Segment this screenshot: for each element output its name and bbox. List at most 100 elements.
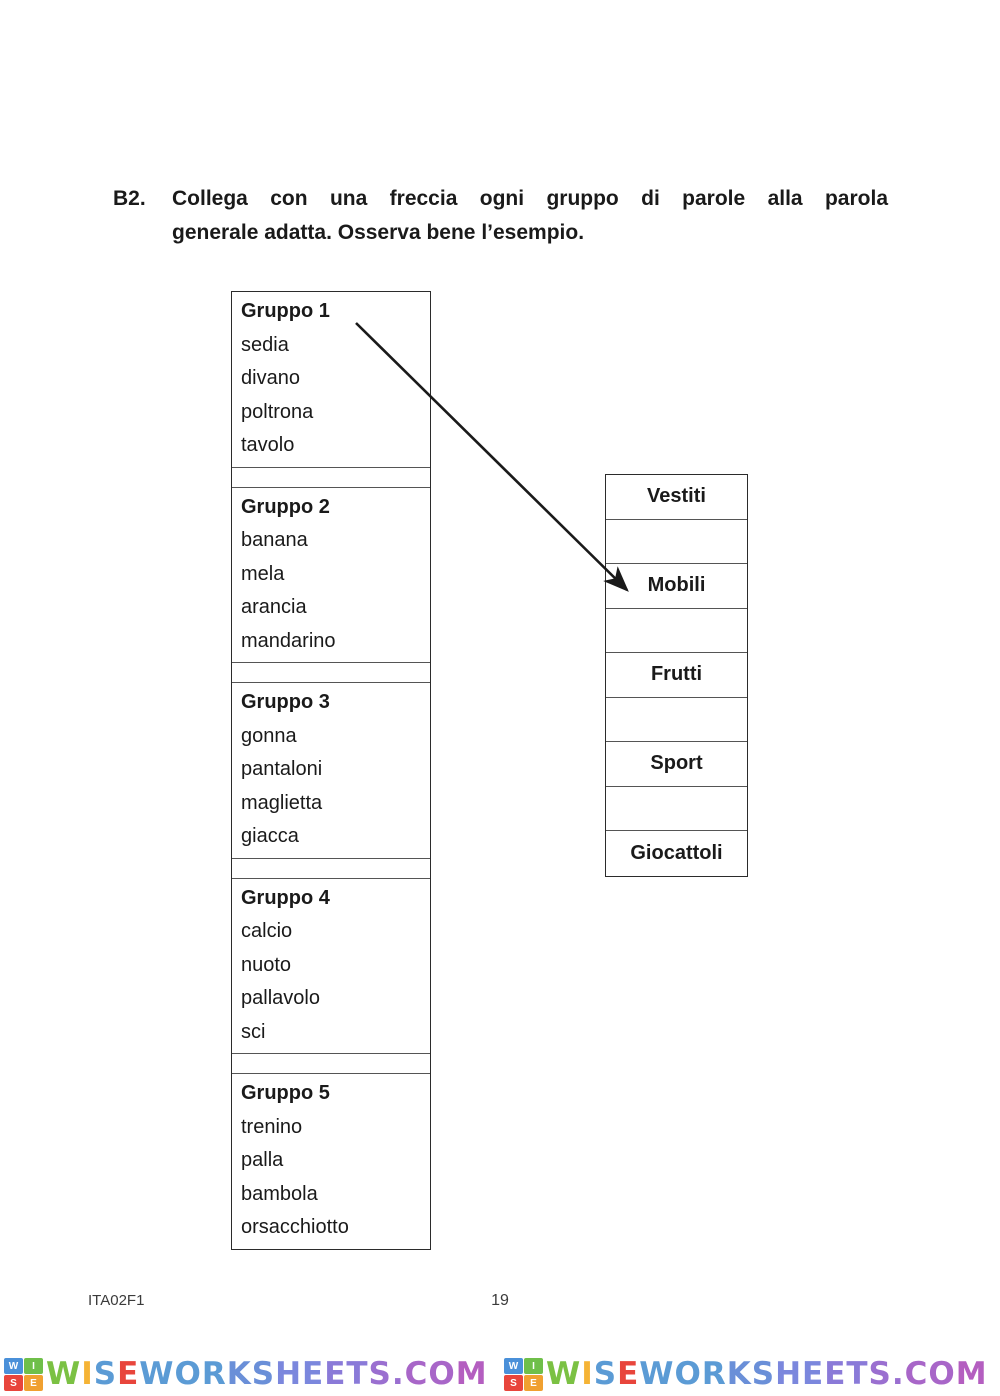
group-word: mela bbox=[241, 562, 285, 585]
watermark-letter: S bbox=[368, 1356, 392, 1392]
group-box-2[interactable]: Gruppo 2 banana mela arancia mandarino bbox=[232, 488, 430, 663]
watermark-badge-letter: S bbox=[4, 1375, 23, 1391]
group-word: divano bbox=[241, 367, 300, 389]
watermark-badge-letter: I bbox=[524, 1358, 543, 1374]
group-title: Gruppo 2 bbox=[241, 495, 330, 518]
watermark-letter: T bbox=[346, 1356, 369, 1392]
page-footer: ITA02F1 19 bbox=[0, 1292, 1000, 1318]
watermark-letter: K bbox=[726, 1356, 752, 1392]
watermark-letter: E bbox=[617, 1356, 640, 1392]
group-word: palla bbox=[241, 1149, 284, 1171]
group-word: pantaloni bbox=[241, 758, 323, 780]
group-spacer-row bbox=[232, 468, 430, 488]
group-box-4[interactable]: Gruppo 4 calcio nuoto pallavolo sci bbox=[232, 879, 430, 1054]
watermark-badge-letter: E bbox=[24, 1375, 43, 1391]
watermark-letter: O bbox=[674, 1356, 702, 1392]
watermark-badge-letter: W bbox=[504, 1358, 523, 1374]
watermark-letter: K bbox=[226, 1356, 252, 1392]
watermark-letter: E bbox=[117, 1356, 140, 1392]
watermark-letter: M bbox=[455, 1356, 488, 1392]
group-word: mandarino bbox=[241, 629, 336, 652]
watermark-letter: R bbox=[701, 1356, 727, 1392]
watermark-letter: E bbox=[802, 1356, 825, 1392]
watermark-badge-letter: W bbox=[4, 1358, 23, 1374]
group-word: banana bbox=[241, 529, 308, 551]
group-word: tavolo bbox=[241, 434, 295, 456]
watermark-letter: C bbox=[404, 1356, 429, 1392]
watermark-letter: . bbox=[391, 1356, 405, 1392]
group-word: giacca bbox=[241, 825, 299, 847]
group-box-5[interactable]: Gruppo 5 trenino palla bambola orsacchio… bbox=[232, 1074, 430, 1249]
wiseworksheets-logo-icon: WISE bbox=[4, 1358, 43, 1391]
watermark-letter: . bbox=[891, 1356, 905, 1392]
category-words-column: Vestiti Mobili Frutti Sport Giocattoli bbox=[605, 474, 748, 877]
group-word: sedia bbox=[241, 333, 289, 356]
watermark-letter: H bbox=[275, 1356, 303, 1392]
watermark-letter: I bbox=[81, 1356, 94, 1392]
watermark-letter: C bbox=[904, 1356, 929, 1392]
watermark-badge-letter: I bbox=[24, 1358, 43, 1374]
watermark-letter: O bbox=[174, 1356, 202, 1392]
wiseworksheets-logo-icon: WISE bbox=[504, 1358, 543, 1391]
watermark-unit: W I S E WISEWORKSHEETS.COM bbox=[0, 1353, 500, 1396]
watermark-letter: S bbox=[751, 1356, 776, 1392]
watermark-letter: R bbox=[201, 1356, 227, 1392]
watermark-letter: S bbox=[593, 1356, 618, 1392]
group-box-3[interactable]: Gruppo 3 gonna pantaloni maglietta giacc… bbox=[232, 683, 430, 859]
group-word: sci bbox=[241, 1020, 266, 1043]
category-cell-sport[interactable]: Sport bbox=[606, 742, 747, 787]
watermark-letter: E bbox=[302, 1356, 325, 1392]
group-title: Gruppo 4 bbox=[241, 886, 330, 909]
watermark-letter: I bbox=[581, 1356, 594, 1392]
watermark-letter: T bbox=[846, 1356, 869, 1392]
group-spacer-row bbox=[232, 859, 430, 879]
group-title: Gruppo 5 bbox=[241, 1082, 330, 1104]
category-cell-empty[interactable] bbox=[606, 520, 747, 564]
group-box-1[interactable]: Gruppo 1 sedia divano poltrona tavolo bbox=[232, 292, 430, 468]
group-word: arancia bbox=[241, 596, 307, 618]
instruction-first-row: B2. Collega con una freccia ogni gruppo … bbox=[113, 182, 888, 250]
site-watermark: W I S E WISEWORKSHEETS.COM W I S E WISEWORKSHEETS… bbox=[0, 1353, 1000, 1396]
category-cell-mobili[interactable]: Mobili bbox=[606, 564, 747, 609]
group-word: pallavolo bbox=[241, 987, 320, 1009]
watermark-letter: W bbox=[46, 1356, 82, 1392]
watermark-badge-letter: E bbox=[524, 1375, 543, 1391]
watermark-unit: W I S E WISEWORKSHEETS.COM bbox=[500, 1353, 1000, 1396]
group-title: Gruppo 3 bbox=[241, 691, 330, 713]
group-spacer-row bbox=[232, 663, 430, 683]
word-groups-column: Gruppo 1 sedia divano poltrona tavolo Gr… bbox=[231, 291, 431, 1250]
watermark-letter: S bbox=[93, 1356, 118, 1392]
group-word: calcio bbox=[241, 920, 293, 942]
group-word: trenino bbox=[241, 1115, 303, 1138]
category-cell-frutti[interactable]: Frutti bbox=[606, 653, 747, 698]
category-cell-empty[interactable] bbox=[606, 698, 747, 742]
watermark-letter: S bbox=[251, 1356, 276, 1392]
group-title: Gruppo 1 bbox=[241, 300, 330, 322]
watermark-letter: H bbox=[775, 1356, 803, 1392]
exercise-number: B2. bbox=[113, 187, 146, 210]
watermark-text: WISEWORKSHEETS.COM bbox=[546, 1359, 988, 1390]
category-cell-vestiti[interactable]: Vestiti bbox=[606, 475, 747, 520]
watermark-letter: W bbox=[546, 1356, 582, 1392]
group-word: bambola bbox=[241, 1182, 318, 1205]
watermark-letter: E bbox=[824, 1356, 847, 1392]
watermark-letter: W bbox=[139, 1356, 175, 1392]
group-word: gonna bbox=[241, 724, 297, 747]
instruction-line-1: Collega con una freccia ogni gruppo di p… bbox=[172, 187, 888, 210]
watermark-letter: O bbox=[928, 1356, 956, 1392]
watermark-letter: W bbox=[639, 1356, 675, 1392]
category-cell-empty[interactable] bbox=[606, 609, 747, 653]
watermark-letter: E bbox=[324, 1356, 347, 1392]
watermark-letter: M bbox=[955, 1356, 988, 1392]
group-word: nuoto bbox=[241, 953, 292, 976]
watermark-text: WISEWORKSHEETS.COM bbox=[46, 1359, 488, 1390]
category-cell-empty[interactable] bbox=[606, 787, 747, 831]
instruction-line-2: generale adatta. Osserva bene l’esempio. bbox=[172, 221, 585, 244]
footer-page-number: 19 bbox=[491, 1292, 509, 1309]
group-word: maglietta bbox=[241, 791, 323, 814]
group-spacer-row bbox=[232, 1054, 430, 1074]
category-cell-giocattoli[interactable]: Giocattoli bbox=[606, 831, 747, 876]
watermark-letter: O bbox=[428, 1356, 456, 1392]
group-word: orsacchiotto bbox=[241, 1216, 349, 1238]
group-word: poltrona bbox=[241, 400, 314, 423]
